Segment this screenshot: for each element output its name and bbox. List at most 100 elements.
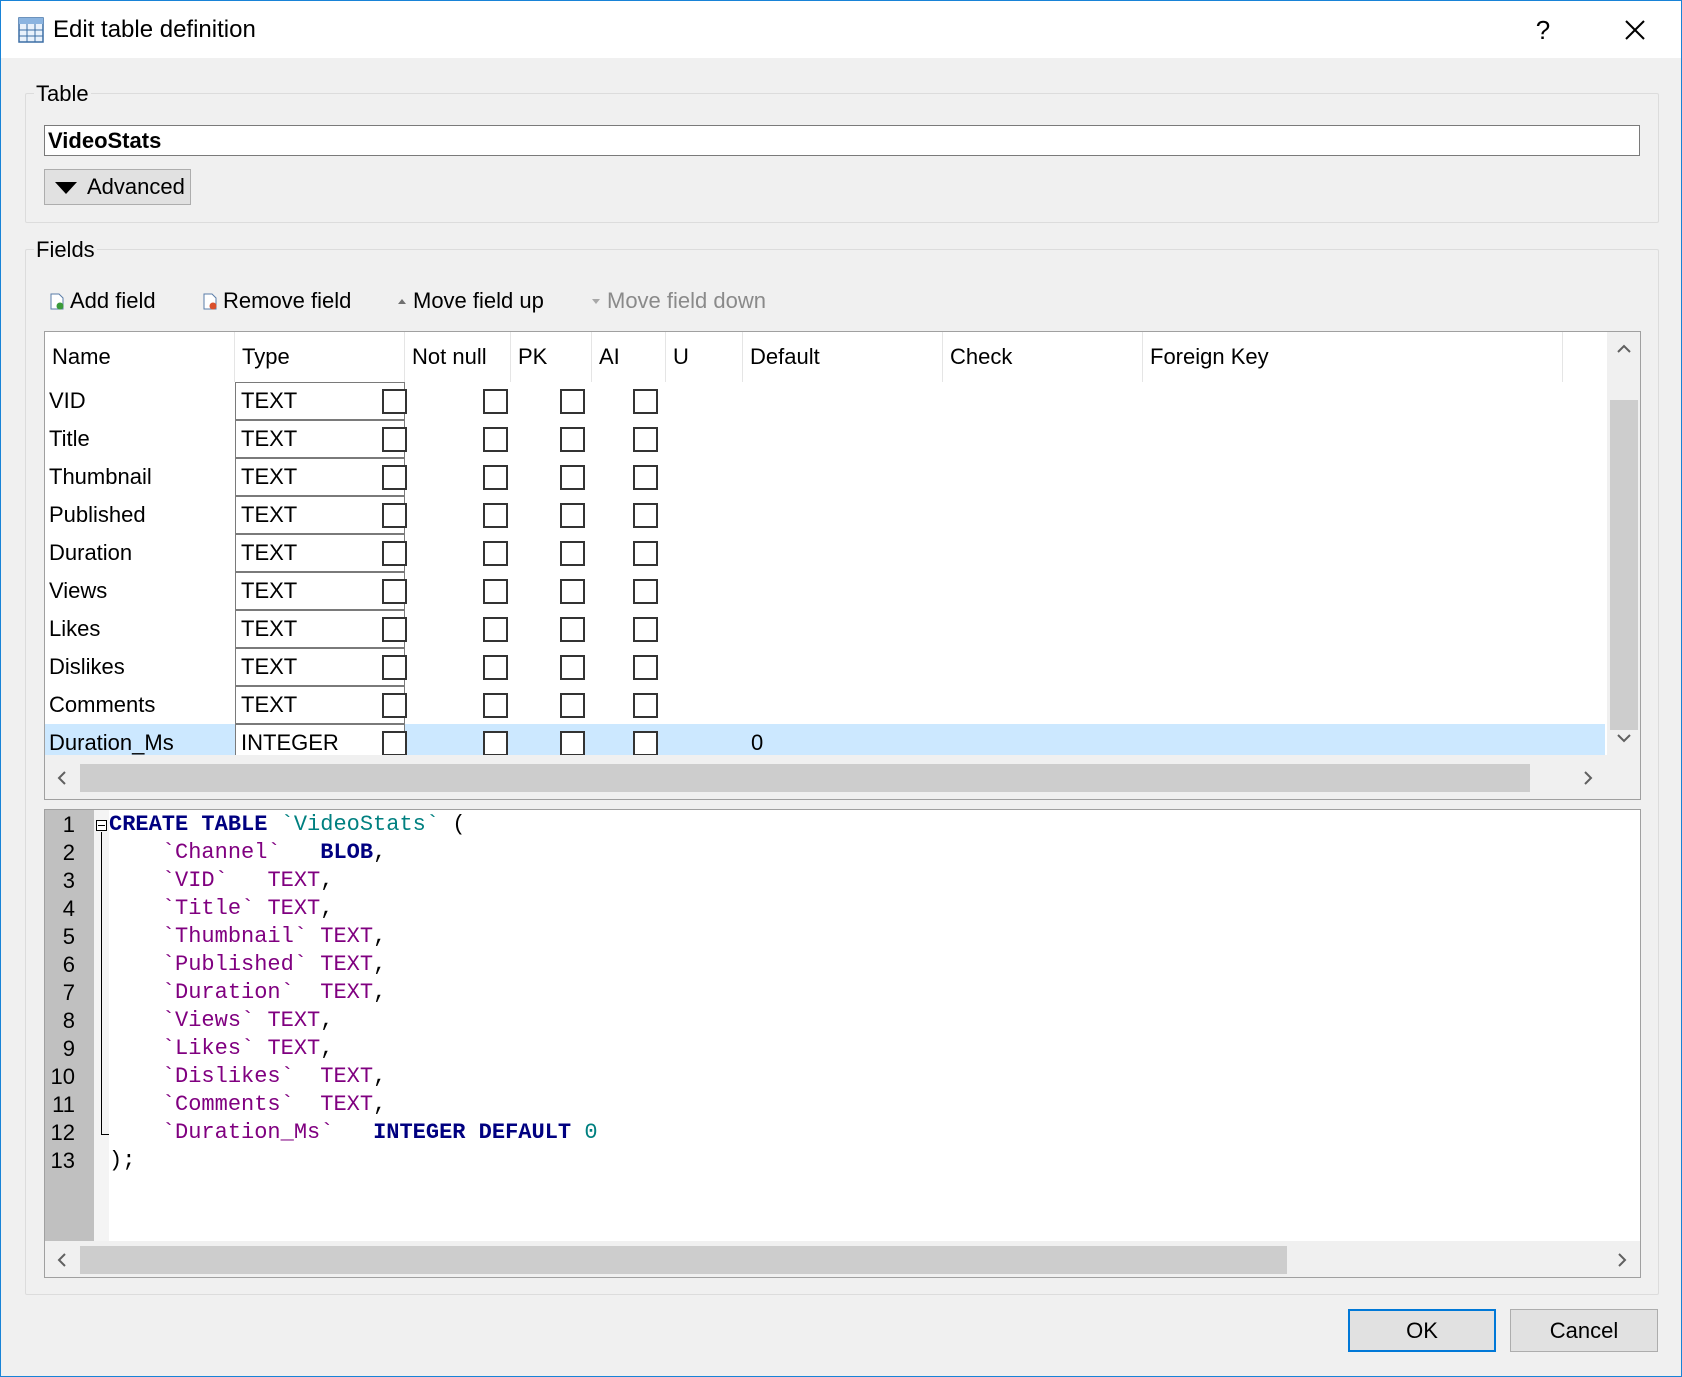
remove-field-button[interactable]: Remove field [203,285,363,317]
field-type-select[interactable]: TEXT [235,572,405,610]
scroll-up-icon[interactable] [1616,344,1632,354]
not-null-checkbox[interactable] [382,465,407,490]
column-header-u[interactable]: U [666,332,743,382]
horizontal-scrollbar[interactable] [45,755,1607,799]
scroll-down-icon[interactable] [1616,733,1632,743]
table-row[interactable]: Published TEXT [45,496,1605,534]
ok-button[interactable]: OK [1348,1309,1496,1352]
table-row[interactable]: Duration TEXT [45,534,1605,572]
field-type-select[interactable]: TEXT [235,458,405,496]
pk-checkbox[interactable] [483,731,508,756]
scroll-left-icon[interactable] [57,1252,67,1268]
field-type-select[interactable]: TEXT [235,648,405,686]
ai-checkbox[interactable] [560,693,585,718]
field-name-cell[interactable]: Published [49,496,146,534]
scroll-left-icon[interactable] [57,770,67,786]
table-row[interactable]: Dislikes TEXT [45,648,1605,686]
editor-horizontal-scrollbar[interactable] [45,1241,1640,1277]
unique-checkbox[interactable] [633,465,658,490]
pk-checkbox[interactable] [483,617,508,642]
unique-checkbox[interactable] [633,579,658,604]
not-null-checkbox[interactable] [382,541,407,566]
unique-checkbox[interactable] [633,655,658,680]
pk-checkbox[interactable] [483,465,508,490]
unique-checkbox[interactable] [633,617,658,642]
not-null-checkbox[interactable] [382,579,407,604]
field-type-select[interactable]: TEXT [235,382,405,420]
field-type-select[interactable]: TEXT [235,610,405,648]
field-name-cell[interactable]: Likes [49,610,100,648]
column-header-ai[interactable]: AI [592,332,666,382]
table-row[interactable]: Views TEXT [45,572,1605,610]
field-type-select[interactable]: TEXT [235,420,405,458]
field-name-cell[interactable]: Thumbnail [49,458,152,496]
table-row[interactable]: Comments TEXT [45,686,1605,724]
ai-checkbox[interactable] [560,389,585,414]
move-field-up-button[interactable]: Move field up [395,285,555,317]
column-header-check[interactable]: Check [943,332,1143,382]
field-name-cell[interactable]: Dislikes [49,648,125,686]
unique-checkbox[interactable] [633,503,658,528]
table-row[interactable]: VID TEXT [45,382,1605,420]
editor-scroll-thumb[interactable] [80,1246,1287,1274]
not-null-checkbox[interactable] [382,617,407,642]
pk-checkbox[interactable] [483,579,508,604]
not-null-checkbox[interactable] [382,693,407,718]
unique-checkbox[interactable] [633,693,658,718]
ai-checkbox[interactable] [560,503,585,528]
column-header-pk[interactable]: PK [511,332,592,382]
table-row[interactable]: Thumbnail TEXT [45,458,1605,496]
horizontal-scroll-thumb[interactable] [80,764,1530,792]
pk-checkbox[interactable] [483,503,508,528]
pk-checkbox[interactable] [483,389,508,414]
close-icon[interactable] [1613,9,1657,51]
pk-checkbox[interactable] [483,693,508,718]
column-header-type[interactable]: Type [235,332,405,382]
table-row[interactable]: Title TEXT [45,420,1605,458]
help-button[interactable]: ? [1521,9,1565,51]
ai-checkbox[interactable] [560,731,585,756]
vertical-scrollbar[interactable] [1607,332,1640,755]
unique-checkbox[interactable] [633,731,658,756]
field-name-cell[interactable]: Views [49,572,107,610]
unique-checkbox[interactable] [633,389,658,414]
pk-checkbox[interactable] [483,655,508,680]
ai-checkbox[interactable] [560,427,585,452]
not-null-checkbox[interactable] [382,503,407,528]
scroll-right-icon[interactable] [1617,1252,1627,1268]
ai-checkbox[interactable] [560,579,585,604]
column-header-default[interactable]: Default [743,332,943,382]
table-row[interactable]: Likes TEXT [45,610,1605,648]
sql-editor[interactable]: 1 CREATE TABLE `VideoStats` (2 `Channel` … [44,809,1641,1278]
pk-checkbox[interactable] [483,541,508,566]
ai-checkbox[interactable] [560,465,585,490]
not-null-checkbox[interactable] [382,655,407,680]
ai-checkbox[interactable] [560,655,585,680]
field-name-cell[interactable]: Comments [49,686,155,724]
cancel-button[interactable]: Cancel [1510,1309,1658,1352]
field-name-cell[interactable]: Duration [49,534,132,572]
column-header-foreign-key[interactable]: Foreign Key [1143,332,1563,382]
move-field-down-button[interactable]: Move field down [589,285,769,317]
add-field-button[interactable]: Add field [50,285,178,317]
advanced-button[interactable]: Advanced [44,169,191,205]
table-name-input[interactable]: VideoStats [44,125,1640,156]
field-type-select[interactable]: TEXT [235,534,405,572]
ai-checkbox[interactable] [560,617,585,642]
pk-checkbox[interactable] [483,427,508,452]
field-name-cell[interactable]: Title [49,420,90,458]
code-token: `VideoStats` [280,812,440,837]
not-null-checkbox[interactable] [382,427,407,452]
unique-checkbox[interactable] [633,541,658,566]
vertical-scroll-thumb[interactable] [1610,400,1638,730]
not-null-checkbox[interactable] [382,389,407,414]
not-null-checkbox[interactable] [382,731,407,756]
field-type-select[interactable]: TEXT [235,686,405,724]
unique-checkbox[interactable] [633,427,658,452]
ai-checkbox[interactable] [560,541,585,566]
field-name-cell[interactable]: VID [49,382,86,420]
column-header-name[interactable]: Name [45,332,235,382]
field-type-select[interactable]: TEXT [235,496,405,534]
scroll-right-icon[interactable] [1583,770,1593,786]
column-header-not-null[interactable]: Not null [405,332,511,382]
